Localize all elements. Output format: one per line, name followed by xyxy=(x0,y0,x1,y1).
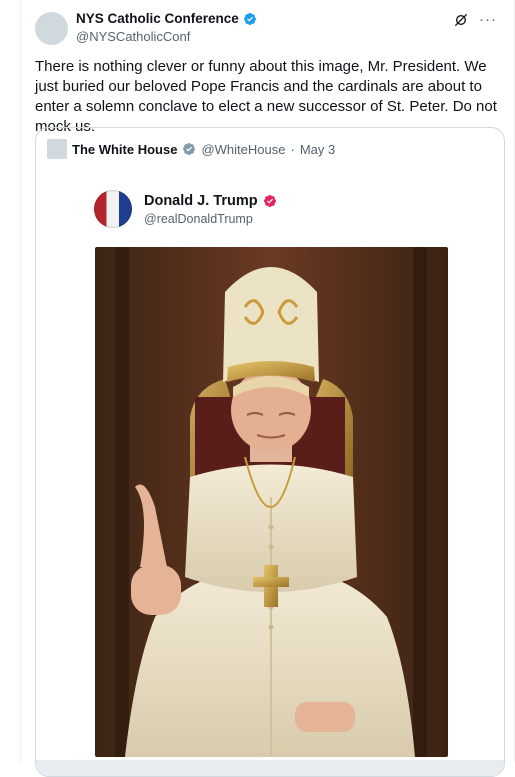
author-display-name[interactable]: NYS Catholic Conference xyxy=(76,11,239,26)
image-author-row: Donald J. Trump @realDonaldTrump xyxy=(94,190,277,228)
gov-verified-badge-icon xyxy=(182,142,196,156)
tweet-text: There is nothing clever or funny about t… xyxy=(35,58,497,135)
image-author-name: Donald J. Trump xyxy=(144,192,258,209)
grok-icon[interactable] xyxy=(453,12,469,28)
quoted-author-handle[interactable]: @WhiteHouse xyxy=(201,142,285,157)
quoted-tweet-header: The White House @WhiteHouse · May 3 xyxy=(47,139,335,159)
more-icon[interactable]: ··· xyxy=(479,12,497,28)
quoted-image[interactable]: Donald J. Trump @realDonaldTrump xyxy=(36,168,504,776)
verified-badge-icon xyxy=(243,12,257,26)
quoted-tweet[interactable]: The White House @WhiteHouse · May 3 Dona… xyxy=(35,127,505,777)
pope-illustration xyxy=(95,247,448,757)
quoted-author-display-name[interactable]: The White House xyxy=(72,142,177,157)
quoted-avatar[interactable] xyxy=(47,139,67,159)
tweet-tools: ··· xyxy=(453,12,497,28)
quoted-date[interactable]: May 3 xyxy=(300,142,335,157)
tweet[interactable]: NYS Catholic Conference @NYSCatholicConf… xyxy=(0,0,515,777)
author-handle[interactable]: @NYSCatholicConf xyxy=(76,29,257,44)
image-author-handle: @realDonaldTrump xyxy=(144,211,253,226)
tweet-header: NYS Catholic Conference @NYSCatholicConf xyxy=(76,11,257,44)
verified-badge-icon xyxy=(263,194,277,208)
avatar[interactable] xyxy=(35,12,68,45)
trump-avatar xyxy=(94,190,132,228)
date-separator: · xyxy=(290,141,295,157)
thread-divider xyxy=(20,0,21,763)
